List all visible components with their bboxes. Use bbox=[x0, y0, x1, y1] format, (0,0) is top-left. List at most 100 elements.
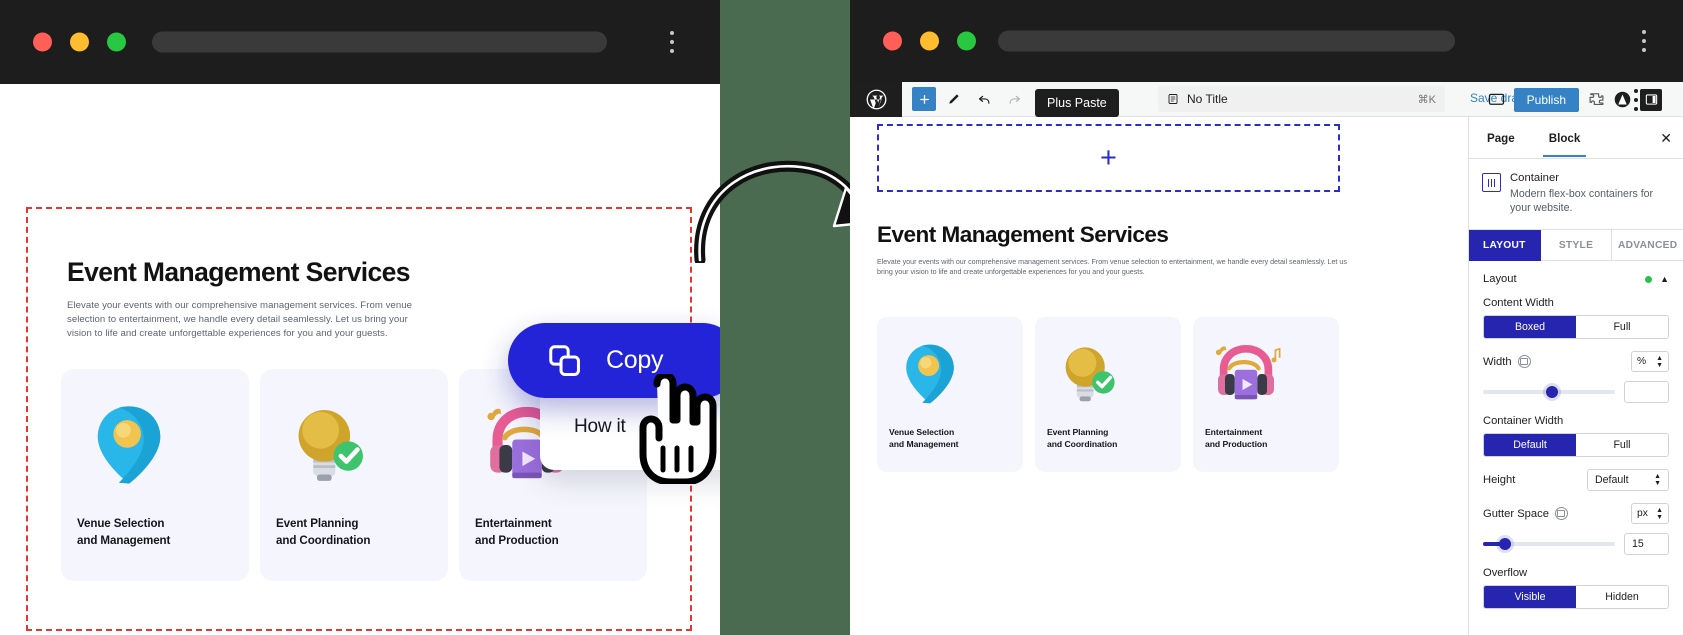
height-select[interactable]: Default ▲ ▼ bbox=[1587, 469, 1669, 491]
chevron-up-icon[interactable]: ▲ bbox=[1660, 274, 1669, 284]
overflow-label: Overflow bbox=[1483, 567, 1528, 579]
copy-button[interactable]: Copy bbox=[508, 323, 720, 398]
left-browser-menu-icon[interactable] bbox=[670, 31, 674, 53]
overflow-hidden-option[interactable]: Hidden bbox=[1576, 586, 1668, 608]
redo-arrow-icon bbox=[1009, 95, 1020, 104]
width-slider-knob[interactable] bbox=[1545, 386, 1558, 398]
gutter-slider[interactable] bbox=[1483, 538, 1615, 550]
section-tab-style[interactable]: STYLE bbox=[1540, 230, 1613, 261]
canvas-subtitle[interactable]: Elevate your events with our comprehensi… bbox=[877, 257, 1347, 278]
width-unit-value: % bbox=[1637, 356, 1647, 367]
close-window-button[interactable] bbox=[33, 32, 52, 52]
left-page-body: Event Management Services Elevate your e… bbox=[0, 84, 720, 635]
block-drop-zone[interactable]: + bbox=[877, 124, 1340, 192]
plugin-puzzle-icon[interactable] bbox=[1588, 91, 1605, 108]
container-width-default-option[interactable]: Default bbox=[1484, 434, 1576, 456]
sidebar-section-tabs: LAYOUT STYLE ADVANCED bbox=[1469, 230, 1683, 261]
plus-icon bbox=[919, 94, 929, 104]
caption-line-1: Event Planning bbox=[1047, 426, 1109, 437]
add-block-button[interactable] bbox=[912, 87, 936, 111]
width-slider[interactable] bbox=[1483, 386, 1615, 398]
caption-line-2: and Coordination bbox=[1047, 438, 1118, 449]
desktop-icon[interactable] bbox=[1554, 507, 1568, 520]
height-label: Height bbox=[1483, 474, 1516, 486]
service-card[interactable]: Event Planning and Coordination bbox=[260, 369, 448, 581]
close-sidebar-icon[interactable]: ✕ bbox=[1660, 131, 1672, 145]
gutter-slider-row: 15 bbox=[1483, 533, 1669, 555]
document-icon bbox=[1168, 94, 1178, 104]
undo-button[interactable] bbox=[972, 87, 996, 111]
gutter-value-input[interactable]: 15 bbox=[1624, 533, 1669, 555]
edit-tool-button[interactable] bbox=[942, 87, 966, 111]
container-width-full-option[interactable]: Full bbox=[1576, 434, 1668, 456]
undo-arrow-icon bbox=[978, 95, 989, 104]
preview-monitor-icon[interactable] bbox=[1488, 93, 1505, 107]
service-card[interactable]: Event Planning and Coordination bbox=[1035, 317, 1181, 472]
desktop-icon[interactable] bbox=[1517, 355, 1531, 368]
publish-button[interactable]: Publish bbox=[1513, 87, 1579, 112]
layout-status-dot bbox=[1645, 275, 1653, 283]
wordpress-editor: Plus Paste No Title ⌘K Save draft Publis… bbox=[850, 82, 1683, 635]
service-card[interactable]: Venue Selection and Management bbox=[61, 369, 249, 581]
service-card-caption: Entertainment and Production bbox=[1205, 426, 1267, 450]
service-card-caption: Venue Selection and Management bbox=[77, 516, 170, 549]
section-tab-layout[interactable]: LAYOUT bbox=[1469, 230, 1541, 261]
maximize-window-button[interactable] bbox=[107, 32, 126, 52]
service-card[interactable]: Entertainment and Production bbox=[1193, 317, 1339, 472]
plus-icon[interactable]: + bbox=[1100, 143, 1117, 173]
settings-sidebar: Page Block ✕ Container Modern flex-box c… bbox=[1468, 117, 1683, 635]
width-label: Width bbox=[1483, 355, 1512, 368]
close-window-button[interactable] bbox=[883, 31, 902, 51]
layout-section-header[interactable]: Layout ▲ bbox=[1483, 273, 1669, 285]
minimize-window-button[interactable] bbox=[70, 32, 89, 52]
caption-line-2: and Management bbox=[77, 533, 171, 547]
caption-line-2: and Coordination bbox=[276, 533, 371, 547]
document-title-chip[interactable]: No Title ⌘K bbox=[1158, 86, 1445, 112]
wordpress-logo-icon[interactable] bbox=[850, 82, 902, 117]
copy-icon bbox=[549, 344, 580, 376]
location-pin-icon bbox=[97, 406, 161, 484]
overflow-visible-option[interactable]: Visible bbox=[1484, 586, 1576, 608]
layout-label: Layout bbox=[1483, 273, 1517, 285]
tab-block[interactable]: Block bbox=[1542, 120, 1587, 157]
right-address-bar[interactable] bbox=[998, 30, 1455, 52]
content-width-full-option[interactable]: Full bbox=[1576, 316, 1668, 338]
screenshot-stage: Event Management Services Elevate your e… bbox=[0, 0, 1683, 635]
right-browser-window: Plus Paste No Title ⌘K Save draft Publis… bbox=[850, 0, 1683, 635]
service-card[interactable]: Venue Selection and Management bbox=[877, 317, 1023, 472]
content-width-boxed-option[interactable]: Boxed bbox=[1484, 316, 1576, 338]
block-name: Container bbox=[1510, 172, 1559, 184]
container-width-label: Container Width bbox=[1483, 415, 1564, 427]
editor-options-kebab-icon[interactable] bbox=[1634, 88, 1638, 111]
settings-sidebar-toggle[interactable] bbox=[1640, 88, 1662, 111]
editor-toolbar: Plus Paste No Title ⌘K Save draft Publis… bbox=[850, 82, 1683, 117]
gutter-label-group: Gutter Space bbox=[1483, 507, 1568, 520]
caption-line-2: and Production bbox=[475, 533, 559, 547]
document-title: No Title bbox=[1187, 92, 1228, 106]
container-block-icon bbox=[1482, 173, 1501, 192]
left-address-bar[interactable] bbox=[152, 31, 607, 53]
minimize-window-button[interactable] bbox=[920, 31, 939, 51]
right-window-controls[interactable] bbox=[883, 31, 976, 51]
content-width-toggle: Boxed Full bbox=[1483, 315, 1669, 339]
gutter-unit-select[interactable]: px ▲ ▼ bbox=[1631, 503, 1669, 524]
canvas-title[interactable]: Event Management Services bbox=[877, 222, 1169, 248]
chevron-updown-icon: ▲ ▼ bbox=[1656, 354, 1663, 369]
width-value-input[interactable] bbox=[1624, 381, 1669, 403]
left-window-controls[interactable] bbox=[33, 32, 126, 52]
tab-page[interactable]: Page bbox=[1481, 120, 1521, 156]
lightbulb-check-icon bbox=[298, 410, 363, 481]
left-browser-chrome bbox=[0, 0, 720, 84]
astra-logo-icon[interactable] bbox=[1614, 91, 1631, 108]
section-tab-advanced[interactable]: ADVANCED bbox=[1612, 230, 1683, 261]
redo-button[interactable] bbox=[1002, 87, 1026, 111]
gutter-slider-knob[interactable] bbox=[1499, 538, 1512, 550]
plus-paste-tooltip: Plus Paste bbox=[1035, 89, 1119, 117]
width-unit-select[interactable]: % ▲ ▼ bbox=[1631, 351, 1669, 372]
right-browser-menu-icon[interactable] bbox=[1642, 30, 1646, 52]
left-browser-window: Event Management Services Elevate your e… bbox=[0, 0, 720, 635]
maximize-window-button[interactable] bbox=[957, 31, 976, 51]
pencil-icon bbox=[949, 94, 959, 104]
width-slider-row bbox=[1483, 381, 1669, 403]
block-description: Modern flex-box containers for your webs… bbox=[1510, 188, 1654, 214]
